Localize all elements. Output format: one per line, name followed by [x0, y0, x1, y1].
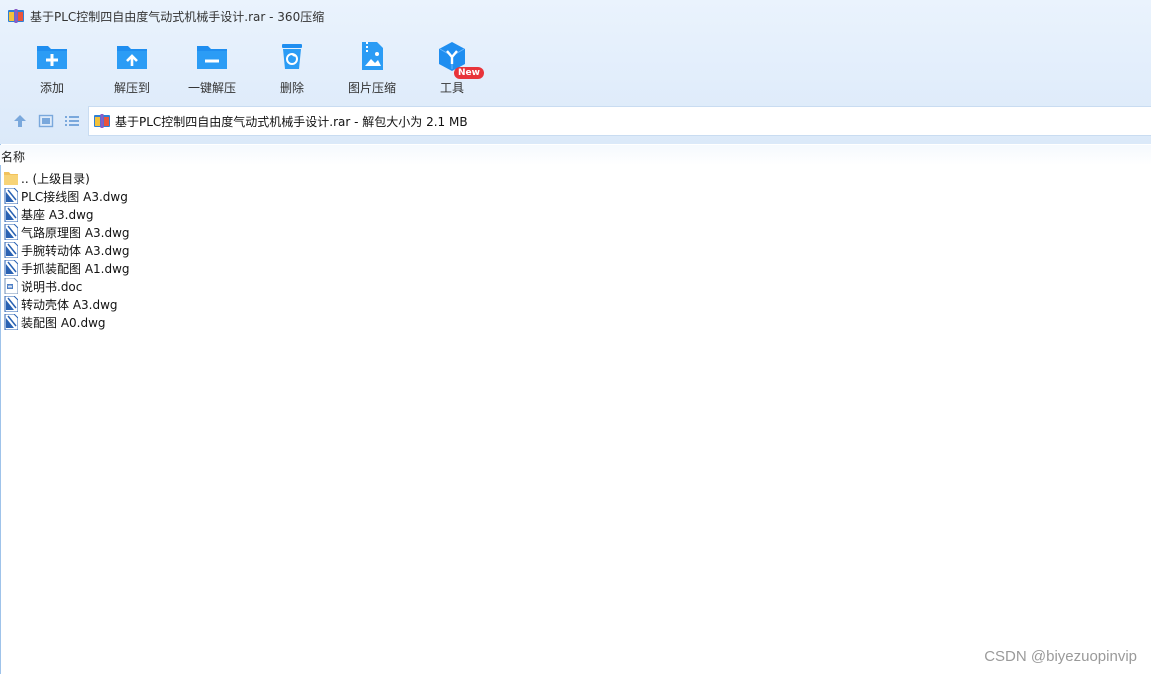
- add-button[interactable]: 添加: [12, 34, 92, 98]
- folder-icon: [4, 170, 18, 186]
- dwg-file-icon: [4, 259, 19, 277]
- one-click-extract-button[interactable]: 一键解压: [172, 34, 252, 98]
- add-label: 添加: [39, 81, 64, 95]
- list-item[interactable]: 说明书.doc: [0, 277, 1151, 295]
- file-name: .. (上级目录): [21, 171, 90, 186]
- doc-file-icon: [4, 277, 19, 295]
- navigation-bar: 基于PLC控制四自由度气动式机械手设计.rar - 解包大小为 2.1 MB: [0, 106, 1151, 136]
- delete-button[interactable]: 删除: [252, 34, 332, 98]
- extract-to-button[interactable]: 解压到: [92, 34, 172, 98]
- list-item-parent-folder[interactable]: .. (上级目录): [0, 169, 1151, 187]
- file-name: 基座 A3.dwg: [21, 207, 94, 222]
- image-compress-icon: [355, 39, 389, 73]
- new-badge: New: [454, 67, 484, 79]
- archive-icon: [94, 113, 110, 129]
- address-bar[interactable]: 基于PLC控制四自由度气动式机械手设计.rar - 解包大小为 2.1 MB: [88, 106, 1151, 136]
- file-name: 说明书.doc: [21, 279, 83, 294]
- image-compress-label: 图片压缩: [347, 81, 396, 95]
- one-click-extract-label: 一键解压: [187, 81, 236, 95]
- address-path: 基于PLC控制四自由度气动式机械手设计.rar - 解包大小为 2.1 MB: [115, 114, 468, 129]
- column-name-label: 名称: [1, 150, 26, 164]
- folder-extract-icon: [115, 39, 149, 73]
- list-item[interactable]: 转动壳体 A3.dwg: [0, 295, 1151, 313]
- list-item[interactable]: PLC接线图 A3.dwg: [0, 187, 1151, 205]
- column-header-name[interactable]: 名称: [0, 145, 1151, 165]
- file-name: PLC接线图 A3.dwg: [21, 189, 128, 204]
- dwg-file-icon: [4, 313, 19, 331]
- toolbar: 添加 解压到 一键解压 删除 图片压缩 工具 New: [0, 34, 1151, 100]
- file-name: 转动壳体 A3.dwg: [21, 297, 118, 312]
- file-name: 装配图 A0.dwg: [21, 315, 106, 330]
- dwg-file-icon: [4, 187, 19, 205]
- file-name: 手抓装配图 A1.dwg: [21, 261, 130, 276]
- tools-label: 工具: [439, 81, 464, 95]
- thumbnail-view-icon[interactable]: [38, 113, 54, 129]
- file-name: 气路原理图 A3.dwg: [21, 225, 130, 240]
- list-item[interactable]: 手腕转动体 A3.dwg: [0, 241, 1151, 259]
- archive-app-icon: [8, 8, 24, 24]
- title-bar: 基于PLC控制四自由度气动式机械手设计.rar - 360压缩: [0, 0, 1151, 32]
- list-item[interactable]: 手抓装配图 A1.dwg: [0, 259, 1151, 277]
- delete-label: 删除: [279, 81, 304, 95]
- recycle-bin-icon: [275, 39, 309, 73]
- file-name: 手腕转动体 A3.dwg: [21, 243, 130, 258]
- dwg-file-icon: [4, 295, 19, 313]
- window-title: 基于PLC控制四自由度气动式机械手设计.rar - 360压缩: [30, 9, 325, 24]
- dwg-file-icon: [4, 223, 19, 241]
- list-item[interactable]: 基座 A3.dwg: [0, 205, 1151, 223]
- list-item[interactable]: 气路原理图 A3.dwg: [0, 223, 1151, 241]
- tools-button[interactable]: 工具: [412, 34, 492, 98]
- image-compress-button[interactable]: 图片压缩: [332, 34, 412, 98]
- watermark: CSDN @biyezuopinvip: [984, 648, 1137, 665]
- folder-add-icon: [35, 39, 69, 73]
- file-list: .. (上级目录) PLC接线图 A3.dwg 基座 A3.dwg 气路原理图 …: [0, 169, 1151, 331]
- dwg-file-icon: [4, 205, 19, 223]
- extract-to-label: 解压到: [113, 81, 150, 95]
- dwg-file-icon: [4, 241, 19, 259]
- list-view-icon[interactable]: [64, 113, 80, 129]
- up-arrow-icon[interactable]: [12, 113, 28, 129]
- list-item[interactable]: 装配图 A0.dwg: [0, 313, 1151, 331]
- folder-oneclick-icon: [195, 39, 229, 73]
